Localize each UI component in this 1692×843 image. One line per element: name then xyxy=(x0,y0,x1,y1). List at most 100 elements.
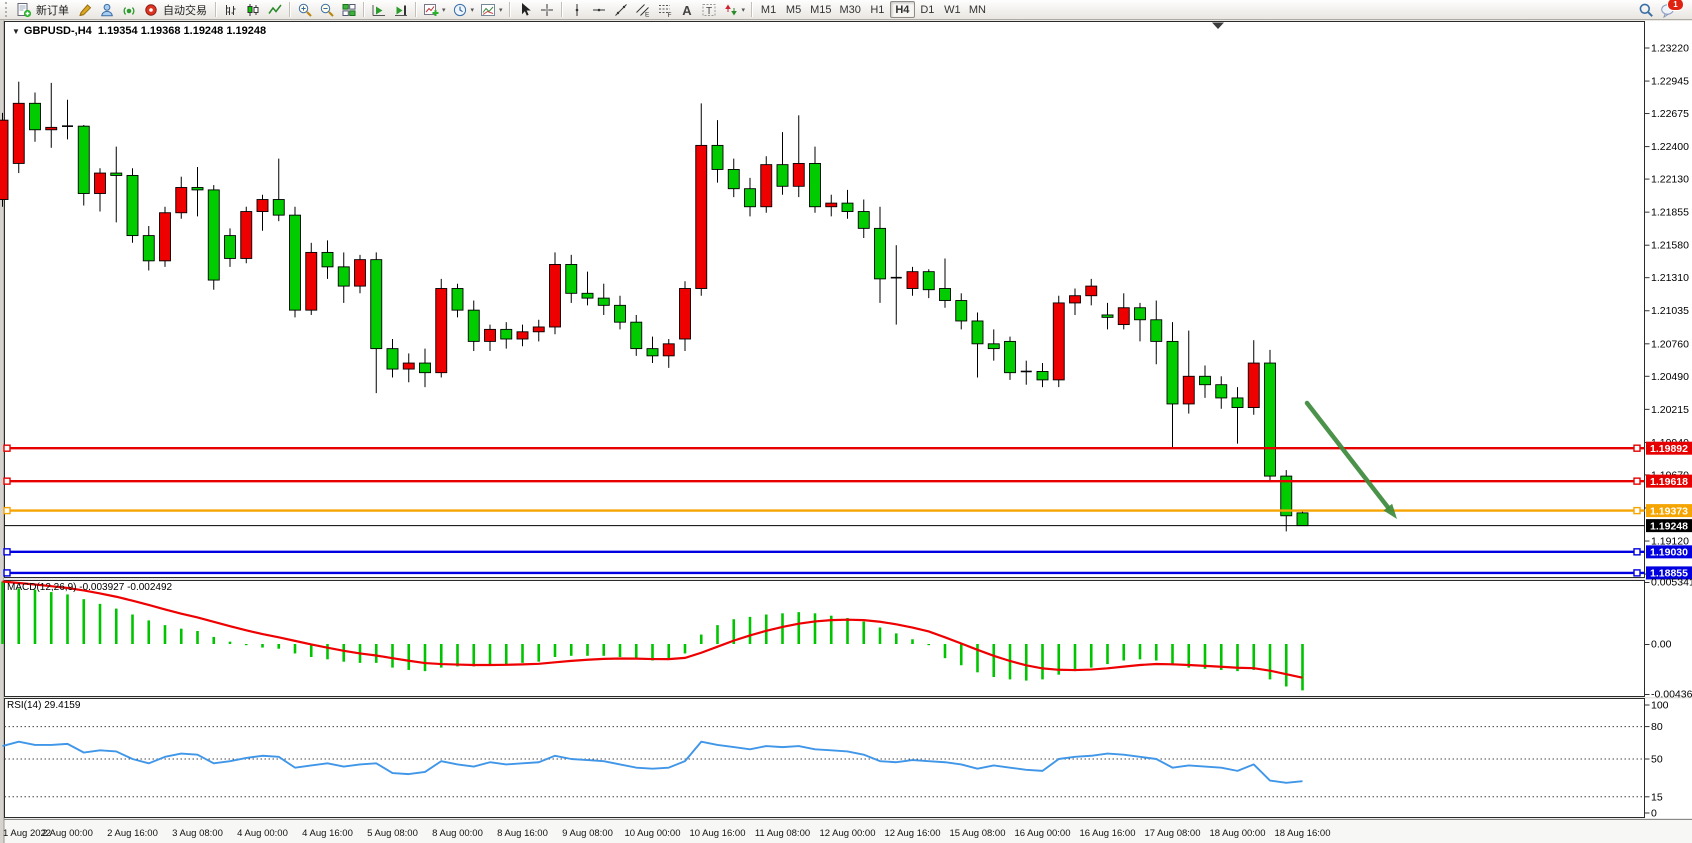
bull-candle xyxy=(176,187,187,212)
equidistant-channel-button[interactable]: E xyxy=(632,1,654,19)
timeframe-w1-button[interactable]: W1 xyxy=(940,1,965,18)
bull-candle xyxy=(907,272,918,289)
bear-candle xyxy=(615,305,626,322)
chart-shift-icon xyxy=(393,2,409,18)
line-handle[interactable] xyxy=(1634,549,1640,555)
bear-candle xyxy=(988,344,999,349)
bear-candle xyxy=(598,298,609,305)
bars-chart-button[interactable] xyxy=(220,1,242,19)
bear-candle xyxy=(468,310,479,341)
cursor-button[interactable] xyxy=(514,1,536,19)
autotrade-icon xyxy=(143,2,159,18)
indicators-button[interactable]: ▾ xyxy=(420,1,449,19)
bull-candle xyxy=(1070,296,1081,303)
line-handle[interactable] xyxy=(1634,508,1640,514)
text-label-icon: T xyxy=(701,2,717,18)
bear-candle xyxy=(1232,398,1243,408)
line-handle[interactable] xyxy=(1634,445,1640,451)
timeframe-m5-button[interactable]: M5 xyxy=(781,1,806,18)
community-button[interactable] xyxy=(96,1,118,19)
bear-candle xyxy=(127,175,138,235)
autoscroll-button[interactable] xyxy=(368,1,390,19)
price-tag: 1.19248 xyxy=(1646,519,1692,532)
timeframe-d1-button[interactable]: D1 xyxy=(915,1,940,18)
text-label-button[interactable]: T xyxy=(698,1,720,19)
news-button[interactable]: 1 xyxy=(1657,1,1679,19)
tile-windows-button[interactable] xyxy=(338,1,360,19)
styler-button[interactable] xyxy=(74,1,96,19)
timeframe-m30-button[interactable]: M30 xyxy=(835,1,864,18)
crosshair-button[interactable] xyxy=(536,1,558,19)
svg-text:E: E xyxy=(645,11,650,18)
bear-candle xyxy=(810,163,821,206)
bear-candle xyxy=(1037,371,1048,379)
bull-candle xyxy=(1053,303,1064,380)
line-handle[interactable] xyxy=(1634,478,1640,484)
bull-candle xyxy=(663,344,674,356)
chart-symbol-period: GBPUSD-,H4 xyxy=(24,25,92,37)
line-handle[interactable] xyxy=(4,549,10,555)
horizontal-line-button[interactable] xyxy=(588,1,610,19)
bear-candle xyxy=(452,289,463,311)
toolbar-separator xyxy=(561,2,562,17)
text-button[interactable]: A xyxy=(676,1,698,19)
search-button[interactable] xyxy=(1635,1,1657,19)
timeframe-m1-button[interactable]: M1 xyxy=(756,1,781,18)
trendline-icon xyxy=(613,2,629,18)
zoom-in-button[interactable] xyxy=(294,1,316,19)
fibonacci-button[interactable]: F xyxy=(654,1,676,19)
candles-chart-icon xyxy=(245,2,261,18)
templates-button[interactable]: ▾ xyxy=(477,1,506,19)
bear-candle xyxy=(582,293,593,298)
arrows-icon xyxy=(723,2,739,18)
toolbar-separator xyxy=(751,2,752,17)
equidistant-channel-icon: E xyxy=(635,2,651,18)
line-handle[interactable] xyxy=(4,508,10,514)
bull-candle xyxy=(257,200,268,212)
toolbar-grip xyxy=(5,2,11,17)
timeframe-h1-button[interactable]: H1 xyxy=(865,1,890,18)
autotrade-button[interactable]: 自动交易 xyxy=(140,1,212,19)
price-tag: 1.19373 xyxy=(1646,504,1692,517)
time-tick-label: 16 Aug 16:00 xyxy=(1080,828,1136,839)
trendline-button[interactable] xyxy=(610,1,632,19)
price-tag: 1.19618 xyxy=(1646,475,1692,488)
bull-candle xyxy=(95,173,106,193)
time-axis: 1 Aug 20222 Aug 00:002 Aug 16:003 Aug 08… xyxy=(3,828,1331,839)
bear-candle xyxy=(290,215,301,310)
bear-candle xyxy=(777,165,788,187)
line-chart-button[interactable] xyxy=(264,1,286,19)
bull-candle xyxy=(160,213,171,261)
line-handle[interactable] xyxy=(4,478,10,484)
arrows-button[interactable]: ▾ xyxy=(720,1,749,19)
toolbar-separator xyxy=(509,2,510,17)
chart-canvas[interactable]: 1.232201.229451.226751.224001.221301.218… xyxy=(0,0,1692,843)
signals-button[interactable] xyxy=(118,1,140,19)
search-icon xyxy=(1638,2,1654,18)
bull-candle xyxy=(680,289,691,340)
timeframe-h4-button[interactable]: H4 xyxy=(890,1,915,18)
new-order-button[interactable]: 新订单 xyxy=(13,1,74,19)
bear-candle xyxy=(631,322,642,348)
periods-button[interactable]: ▾ xyxy=(449,1,478,19)
line-handle[interactable] xyxy=(4,570,10,576)
price-tick-label: 1.20215 xyxy=(1651,404,1689,416)
line-handle[interactable] xyxy=(4,445,10,451)
bear-candle xyxy=(1167,341,1178,404)
candles-chart-button[interactable] xyxy=(242,1,264,19)
vertical-line-button[interactable] xyxy=(566,1,588,19)
time-tick-label: 16 Aug 00:00 xyxy=(1015,828,1071,839)
price-tick-label: 1.21580 xyxy=(1651,240,1689,252)
timeframe-m15-button[interactable]: M15 xyxy=(806,1,835,18)
zoom-out-button[interactable] xyxy=(316,1,338,19)
price-tick-label: 1.21855 xyxy=(1651,207,1689,219)
timeframe-mn-button[interactable]: MN xyxy=(965,1,990,18)
bull-candle xyxy=(46,127,57,129)
chart-expander-icon[interactable]: ▼ xyxy=(12,27,20,36)
bear-candle xyxy=(1135,308,1146,320)
line-handle[interactable] xyxy=(1634,570,1640,576)
notification-badge: 1 xyxy=(1667,0,1684,11)
svg-text:1.19373: 1.19373 xyxy=(1650,505,1688,517)
chart-shift-button[interactable] xyxy=(390,1,412,19)
bull-candle xyxy=(1086,286,1097,296)
